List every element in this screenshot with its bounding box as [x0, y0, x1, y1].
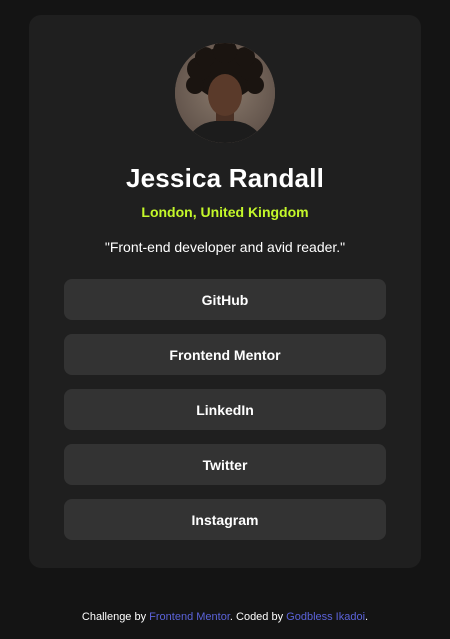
- footer-prefix: Challenge by: [81, 611, 150, 623]
- footer-suffix: .: [365, 611, 369, 623]
- profile-name: Jessica Randall: [125, 163, 325, 193]
- github-link-button[interactable]: GitHub: [64, 279, 386, 320]
- profile-bio: "Front-end developer and avid reader.": [104, 239, 346, 255]
- attribution-footer: Challenge by Frontend Mentor. Coded by G…: [0, 610, 450, 624]
- frontend-mentor-attribution-link[interactable]: Frontend Mentor: [149, 611, 230, 623]
- profile-location: London, United Kingdom: [141, 204, 309, 220]
- instagram-link-button[interactable]: Instagram: [64, 499, 386, 540]
- twitter-link-button[interactable]: Twitter: [64, 444, 386, 485]
- profile-card: Jessica Randall London, United Kingdom "…: [29, 15, 421, 568]
- author-attribution-link[interactable]: Godbless Ikadoi: [286, 611, 365, 623]
- linkedin-link-button[interactable]: LinkedIn: [64, 389, 386, 430]
- footer-middle: . Coded by: [229, 611, 287, 623]
- frontend-mentor-link-button[interactable]: Frontend Mentor: [64, 334, 386, 375]
- social-links-list: GitHub Frontend Mentor LinkedIn Twitter …: [64, 279, 386, 554]
- avatar-image: [175, 43, 275, 143]
- avatar: [175, 43, 275, 143]
